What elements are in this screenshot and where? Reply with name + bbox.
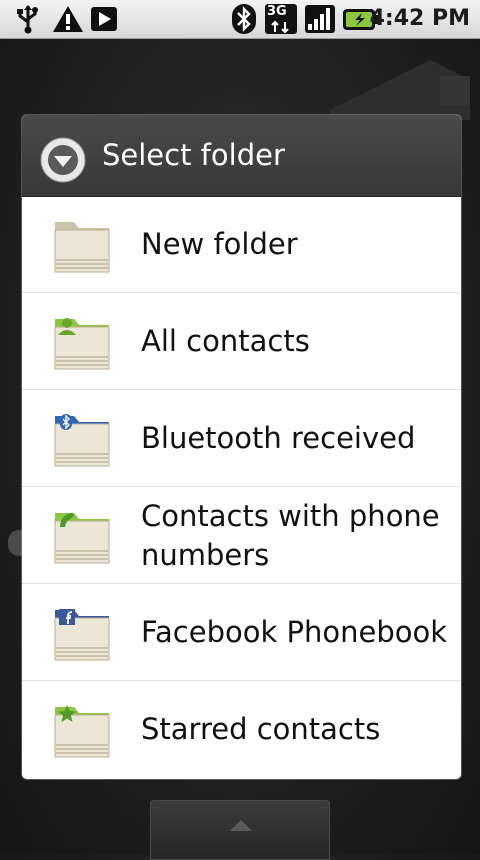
list-item-label: Bluetooth received — [141, 421, 416, 455]
list-item-label: Starred contacts — [141, 712, 381, 746]
folder-bluetooth-icon — [54, 414, 110, 467]
list-item-facebook-phonebook[interactable]: Facebook Phonebook — [22, 584, 461, 681]
play-icon — [91, 7, 117, 31]
chevron-up-icon — [230, 820, 252, 831]
status-clock: 4:42 PM — [369, 6, 470, 31]
dialog-title: Select folder — [102, 138, 285, 172]
list-item-label: New folder — [141, 227, 298, 261]
list-item-label: All contacts — [141, 324, 310, 358]
list-item-starred-contacts[interactable]: Starred contacts — [22, 681, 461, 778]
list-item-label: Contacts with phone numbers — [141, 498, 440, 572]
3g-icon: 3G — [265, 4, 297, 34]
usb-icon — [17, 5, 38, 34]
list-item-contacts-with-phone-numbers[interactable]: Contacts with phone numbers — [22, 487, 461, 584]
list-item-label: Facebook Phonebook — [141, 615, 448, 649]
list-item-new-folder[interactable]: New folder — [22, 196, 461, 293]
folder-star-icon — [54, 705, 110, 758]
list-item-bluetooth-received[interactable]: Bluetooth received — [22, 390, 461, 487]
status-bar: 3G 4:42 PM — [0, 0, 480, 39]
signal-icon — [305, 5, 335, 33]
dialog-header: Select folder — [22, 115, 461, 197]
dropdown-arrow-icon — [40, 137, 86, 183]
launcher-tab[interactable] — [150, 800, 330, 860]
folder-icon — [54, 222, 110, 273]
folder-contacts-icon — [54, 318, 110, 370]
bluetooth-icon — [232, 4, 256, 34]
list-item-all-contacts[interactable]: All contacts — [22, 293, 461, 390]
folder-facebook-icon — [54, 609, 110, 661]
select-folder-dialog: Select folder New folder All contacts Bl… — [22, 115, 461, 779]
folder-phone-icon — [54, 513, 110, 564]
warning-icon — [53, 6, 83, 32]
